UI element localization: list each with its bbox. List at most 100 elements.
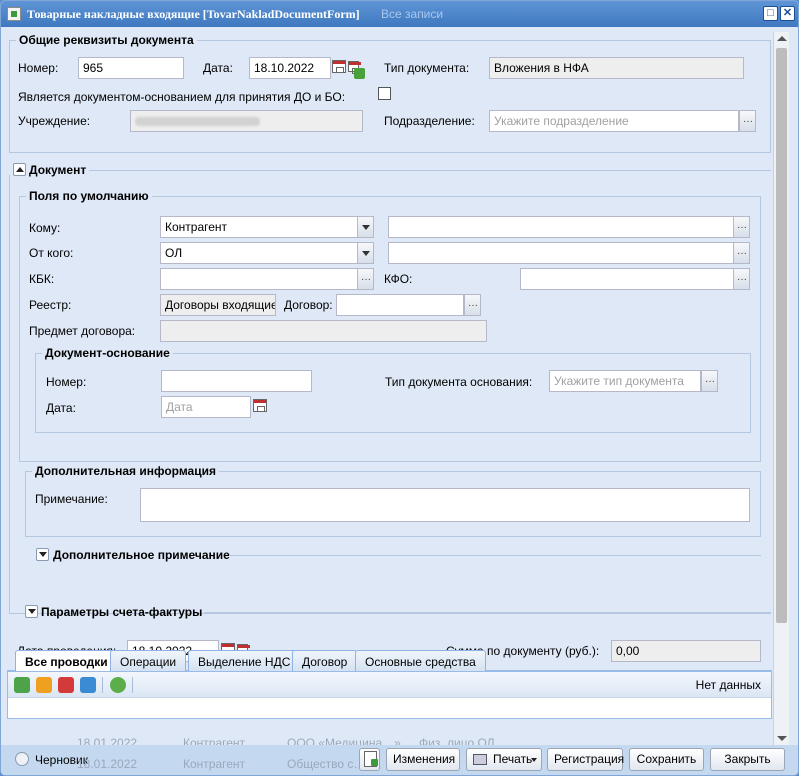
extra-note-divider <box>229 555 761 556</box>
status-icon <box>15 752 29 766</box>
basis-date-field[interactable]: Дата <box>161 396 251 418</box>
refresh-icon[interactable] <box>110 677 126 693</box>
subdivision-field[interactable]: Укажите подразделение <box>489 110 739 132</box>
ellipsis-icon: ··· <box>361 274 371 285</box>
doc-type-label: Тип документа: <box>384 61 470 75</box>
grid-empty-text: Нет данных <box>695 678 761 692</box>
tab-bar: Все проводки Операции Выделение НДС Дого… <box>7 648 772 672</box>
chevron-down-icon <box>531 758 537 762</box>
from-dropdown-button[interactable] <box>357 242 374 264</box>
save-button[interactable]: Сохранить <box>629 748 704 771</box>
scroll-down-icon[interactable] <box>777 736 787 741</box>
invoice-divider <box>204 612 771 613</box>
close-icon[interactable]: ✕ <box>780 6 795 21</box>
basis-type-label: Тип документа основания: <box>385 375 533 389</box>
form-scroll-area[interactable]: Общие реквизиты документа Номер: 965 Дат… <box>7 32 772 745</box>
kfo-picker-button[interactable]: ··· <box>733 268 750 290</box>
document-divider <box>89 170 771 171</box>
basis-type-field[interactable]: Укажите тип документа <box>549 370 701 392</box>
form-icon <box>7 7 21 21</box>
is-basis-label: Является документом-основанием для приня… <box>18 90 346 104</box>
document-collapse-icon[interactable] <box>13 163 26 176</box>
from-detail-field[interactable] <box>388 242 734 264</box>
calendar-icon[interactable] <box>331 58 348 78</box>
contract-field[interactable] <box>336 294 464 316</box>
ellipsis-icon: ··· <box>468 300 478 311</box>
date-field[interactable]: 18.10.2022 <box>249 57 331 79</box>
contract-picker-button[interactable]: ··· <box>464 294 481 316</box>
doc-type-field: Вложения в НФА <box>489 57 744 79</box>
ghost-cell: 18.01.2022 <box>77 757 138 771</box>
to-select[interactable]: Контрагент <box>160 216 358 238</box>
basis-fieldset: Документ-основание <box>35 346 751 433</box>
registration-button[interactable]: Регистрация <box>547 748 624 771</box>
extra-note-title: Дополнительное примечание <box>53 548 230 562</box>
toolbar-separator <box>132 677 133 693</box>
print-button[interactable]: Печать <box>466 748 542 771</box>
ghost-cell: Контрагент <box>183 757 246 771</box>
tab-operations[interactable]: Операции <box>110 650 187 671</box>
scroll-up-icon[interactable] <box>777 36 787 41</box>
from-detail-picker-button[interactable]: ··· <box>733 242 750 264</box>
subdivision-picker-button[interactable]: ··· <box>739 110 756 132</box>
ellipsis-icon: ··· <box>705 376 715 387</box>
to-detail-field[interactable] <box>388 216 734 238</box>
add-icon[interactable] <box>14 677 30 693</box>
date-label: Дата: <box>203 61 233 75</box>
basis-number-field[interactable] <box>161 370 312 392</box>
kfo-field[interactable] <box>520 268 734 290</box>
document-section-title: Документ <box>29 163 87 177</box>
kbk-label: КБК: <box>29 272 55 286</box>
institution-label: Учреждение: <box>18 114 91 128</box>
calendar-icon[interactable] <box>252 397 269 417</box>
tab-contract[interactable]: Договор <box>292 650 358 671</box>
is-basis-checkbox[interactable] <box>378 87 391 100</box>
document-window: Товарные накладные входящие [TovarNaklad… <box>0 0 799 776</box>
note-label: Примечание: <box>35 492 108 506</box>
institution-field <box>130 110 363 132</box>
scrollbar-thumb[interactable] <box>776 48 787 623</box>
tab-vat[interactable]: Выделение НДС <box>188 650 301 671</box>
form-footer: Черновик 18.01.2022 Контрагент Общество … <box>1 745 798 775</box>
chevron-down-icon <box>362 251 370 256</box>
form-body: Общие реквизиты документа Номер: 965 Дат… <box>1 27 798 745</box>
from-select[interactable]: ОЛ <box>160 242 358 264</box>
entries-grid: Нет данных <box>7 671 772 719</box>
document-left-border <box>9 175 10 613</box>
close-button[interactable]: Закрыть <box>710 748 785 771</box>
number-field[interactable]: 965 <box>78 57 184 79</box>
to-dropdown-button[interactable] <box>357 216 374 238</box>
detail-tabs: Все проводки Операции Выделение НДС Дого… <box>7 648 772 719</box>
tab-fixed-assets[interactable]: Основные средства <box>355 650 486 671</box>
kbk-field[interactable] <box>160 268 358 290</box>
ellipsis-icon: ··· <box>743 116 753 127</box>
maximize-button[interactable]: □ <box>763 6 778 21</box>
export-button[interactable] <box>359 748 380 771</box>
extra-note-expand-icon[interactable] <box>36 548 49 561</box>
window-titlebar[interactable]: Товарные накладные входящие [TovarNaklad… <box>1 1 798 27</box>
printer-icon <box>473 754 487 765</box>
note-textarea[interactable] <box>140 488 750 522</box>
toolbar-separator <box>102 677 103 693</box>
edit-icon[interactable] <box>36 677 52 693</box>
invoice-expand-icon[interactable] <box>25 605 38 618</box>
additional-legend: Дополнительная информация <box>32 464 219 478</box>
vertical-scrollbar[interactable] <box>773 32 789 745</box>
set-date-icon[interactable] <box>347 59 365 79</box>
kfo-label: КФО: <box>384 272 413 286</box>
delete-icon[interactable] <box>58 677 74 693</box>
changes-button[interactable]: Изменения <box>386 748 460 771</box>
to-detail-picker-button[interactable]: ··· <box>733 216 750 238</box>
basis-date-label: Дата: <box>46 401 76 415</box>
institution-blurred-value <box>135 117 260 126</box>
grid-toolbar: Нет данных <box>8 672 771 698</box>
document-icon <box>364 751 378 767</box>
kbk-picker-button[interactable]: ··· <box>357 268 374 290</box>
tab-all-entries[interactable]: Все проводки <box>15 650 118 672</box>
ghost-cell: Общество с… <box>287 757 366 771</box>
copy-icon[interactable] <box>80 677 96 693</box>
chevron-down-icon <box>362 225 370 230</box>
registry-field: Договоры входящие <box>160 294 276 316</box>
basis-type-picker-button[interactable]: ··· <box>701 370 718 392</box>
basis-number-label: Номер: <box>46 375 87 389</box>
